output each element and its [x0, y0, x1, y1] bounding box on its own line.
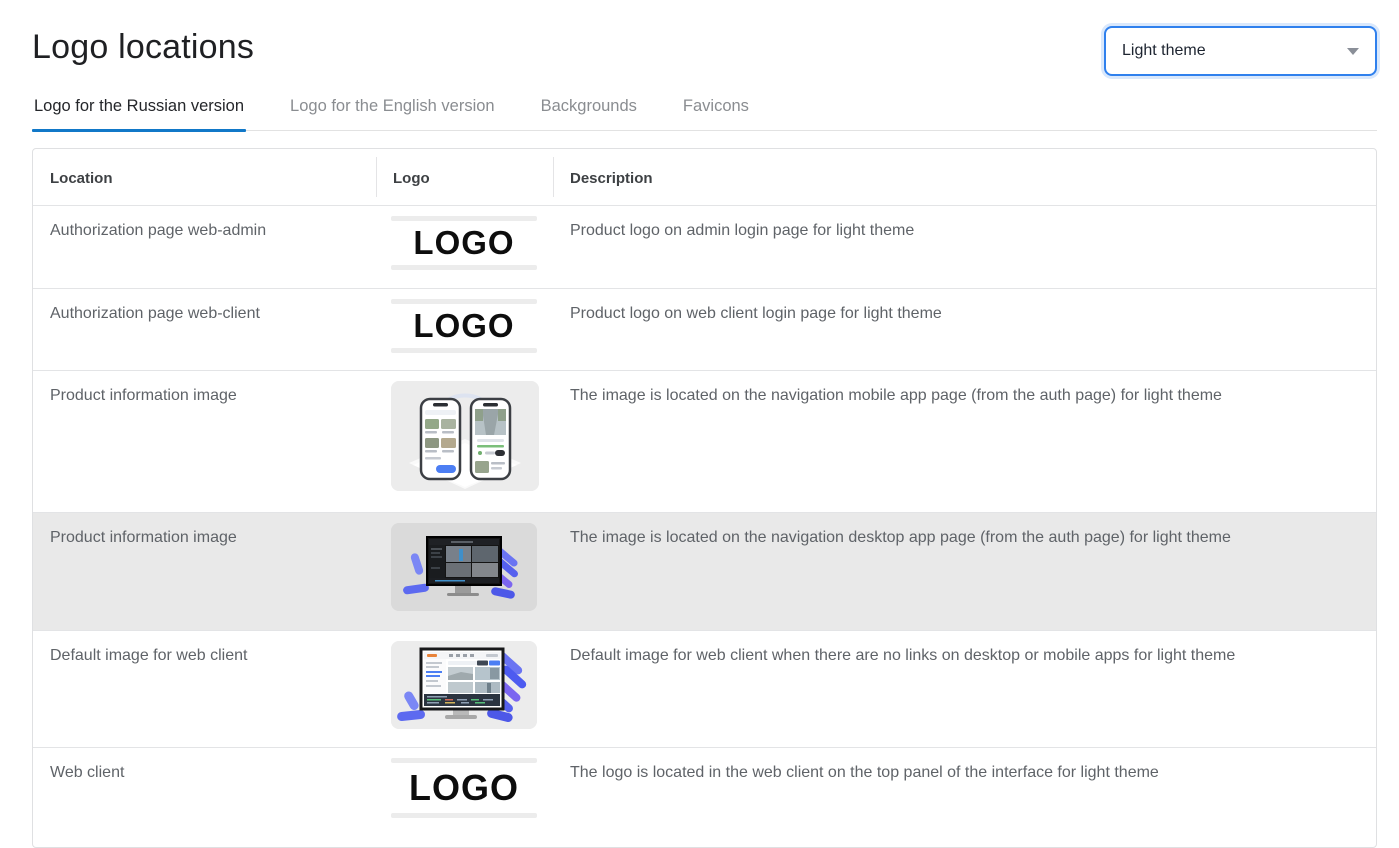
- desktop-app-dark-preview: [391, 523, 537, 611]
- tab-backgrounds[interactable]: Backgrounds: [539, 96, 639, 130]
- logo-text-preview: LOGO: [391, 758, 537, 818]
- logo-top-bar: [391, 299, 537, 304]
- description-cell: The image is located on the navigation m…: [553, 371, 1376, 512]
- column-header-location: Location: [33, 149, 376, 205]
- mobile-app-preview: [391, 381, 539, 491]
- location-cell: Authorization page web-admin: [33, 206, 376, 288]
- desktop-app-light-preview: [391, 641, 537, 729]
- logo-word: LOGO: [391, 309, 537, 343]
- tab-favicons[interactable]: Favicons: [681, 96, 751, 130]
- column-header-description: Description: [553, 149, 1376, 205]
- table-row-selected[interactable]: Product information image: [33, 512, 1376, 630]
- tab-logo-russian[interactable]: Logo for the Russian version: [32, 96, 246, 130]
- description-cell: Default image for web client when there …: [553, 631, 1376, 747]
- description-cell: Product logo on web client login page fo…: [553, 289, 1376, 370]
- logo-top-bar: [391, 758, 537, 763]
- location-cell: Authorization page web-client: [33, 289, 376, 370]
- description-cell: Product logo on admin login page for lig…: [553, 206, 1376, 288]
- location-cell: Product information image: [33, 513, 376, 630]
- page-title: Logo locations: [32, 24, 254, 70]
- logo-word: LOGO: [391, 771, 537, 805]
- logo-locations-table: Location Logo Description Authorization …: [32, 148, 1377, 848]
- logo-cell: LOGO: [376, 206, 553, 288]
- logo-cell: [376, 371, 553, 512]
- logo-cell: LOGO: [376, 289, 553, 370]
- chevron-down-icon: [1347, 48, 1359, 55]
- logo-bottom-bar: [391, 348, 537, 353]
- table-row[interactable]: Product information image: [33, 370, 1376, 512]
- table-row[interactable]: Default image for web client: [33, 630, 1376, 747]
- tab-logo-english[interactable]: Logo for the English version: [288, 96, 497, 130]
- table-row[interactable]: Authorization page web-client LOGO Produ…: [33, 288, 1376, 370]
- description-cell: The image is located on the navigation d…: [553, 513, 1376, 630]
- table-header-row: Location Logo Description: [33, 149, 1376, 205]
- theme-select-value: Light theme: [1122, 42, 1206, 60]
- description-cell: The logo is located in the web client on…: [553, 748, 1376, 848]
- table-row[interactable]: Authorization page web-admin LOGO Produc…: [33, 205, 1376, 288]
- location-cell: Product information image: [33, 371, 376, 512]
- logo-word: LOGO: [391, 226, 537, 260]
- logo-cell: LOGO: [376, 748, 553, 848]
- theme-select[interactable]: Light theme: [1104, 26, 1377, 76]
- location-cell: Default image for web client: [33, 631, 376, 747]
- logo-cell: [376, 631, 553, 747]
- column-header-logo: Logo: [376, 149, 553, 205]
- logo-text-preview: LOGO: [391, 216, 537, 270]
- logo-cell: [376, 513, 553, 630]
- tabbar: Logo for the Russian version Logo for th…: [32, 96, 1377, 131]
- logo-bottom-bar: [391, 265, 537, 270]
- logo-bottom-bar: [391, 813, 537, 818]
- location-cell: Web client: [33, 748, 376, 848]
- logo-text-preview: LOGO: [391, 299, 537, 353]
- logo-top-bar: [391, 216, 537, 221]
- table-row[interactable]: Web client LOGO The logo is located in t…: [33, 747, 1376, 848]
